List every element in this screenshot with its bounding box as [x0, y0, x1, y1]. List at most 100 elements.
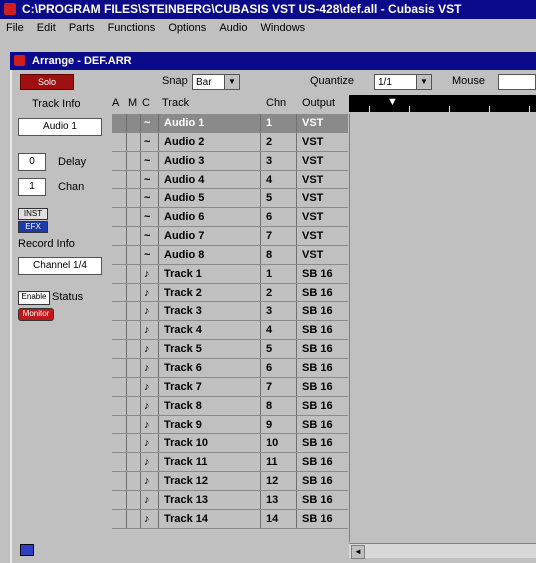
- parts-display[interactable]: [349, 114, 536, 542]
- window-resize-icon[interactable]: [20, 544, 34, 556]
- track-name[interactable]: Track 8: [164, 397, 202, 415]
- delay-field[interactable]: 0: [18, 153, 46, 171]
- track-row[interactable]: ♪ Track 6 6 SB 16: [112, 358, 348, 378]
- track-name[interactable]: Track 12: [164, 472, 208, 490]
- track-name[interactable]: Audio 2: [164, 133, 204, 151]
- track-name[interactable]: Track 5: [164, 340, 202, 358]
- track-name[interactable]: Audio 7: [164, 227, 204, 245]
- track-info-label: Track Info: [32, 98, 81, 110]
- track-name[interactable]: Audio 1: [164, 114, 204, 132]
- song-position-marker[interactable]: ▼: [387, 96, 398, 108]
- track-type-icon: ♪: [144, 361, 150, 374]
- track-name[interactable]: Audio 5: [164, 189, 204, 207]
- track-name[interactable]: Audio 6: [164, 208, 204, 226]
- track-channel: 11: [266, 456, 278, 469]
- track-name[interactable]: Track 2: [164, 284, 202, 302]
- track-row[interactable]: ~ Audio 6 6 VST: [112, 208, 348, 228]
- mouse-position-field[interactable]: [498, 74, 536, 90]
- column-divider: [296, 132, 297, 151]
- menu-parts[interactable]: Parts: [69, 22, 95, 34]
- time-ruler[interactable]: ▼: [349, 95, 536, 112]
- record-channel-field[interactable]: Channel 1/4: [18, 257, 102, 275]
- column-divider: [126, 415, 127, 434]
- track-row[interactable]: ♪ Track 9 9 SB 16: [112, 415, 348, 435]
- cubasis-app-icon[interactable]: [4, 3, 16, 15]
- menu-file[interactable]: File: [6, 22, 24, 34]
- track-output: SB 16: [302, 475, 333, 488]
- chevron-down-icon[interactable]: ▼: [224, 75, 239, 89]
- track-output: SB 16: [302, 343, 333, 356]
- track-row[interactable]: ♪ Track 1 1 SB 16: [112, 264, 348, 284]
- track-name[interactable]: Track 4: [164, 321, 202, 339]
- track-channel: 8: [266, 248, 273, 261]
- column-divider: [158, 472, 159, 490]
- track-output: SB 16: [302, 512, 333, 525]
- snap-select[interactable]: Bar ▼: [192, 74, 240, 90]
- track-name[interactable]: Audio 4: [164, 171, 204, 189]
- track-type-icon: ~: [144, 230, 151, 243]
- column-divider: [260, 245, 261, 264]
- track-name[interactable]: Track 6: [164, 359, 202, 377]
- column-divider: [126, 472, 127, 490]
- track-column-headers: A M C Track Chn Output: [112, 95, 352, 113]
- track-name[interactable]: Audio 3: [164, 152, 204, 170]
- track-name[interactable]: Track 10: [164, 434, 208, 452]
- enable-button[interactable]: Enable: [18, 291, 50, 305]
- column-divider: [140, 208, 141, 227]
- track-row[interactable]: ♪ Track 13 13 SB 16: [112, 490, 348, 510]
- menu-windows[interactable]: Windows: [261, 22, 306, 34]
- quantize-label: Quantize: [310, 75, 355, 87]
- horizontal-scrollbar[interactable]: ◄: [349, 543, 536, 559]
- column-divider: [296, 302, 297, 321]
- track-row[interactable]: ~ Audio 8 8 VST: [112, 245, 348, 265]
- track-name[interactable]: Track 1: [164, 265, 202, 283]
- track-row[interactable]: ~ Audio 3 3 VST: [112, 151, 348, 171]
- track-row[interactable]: ♪ Track 3 3 SB 16: [112, 302, 348, 322]
- inst-button[interactable]: INST: [18, 208, 48, 220]
- track-name-field[interactable]: Audio 1: [18, 118, 102, 136]
- column-divider: [140, 283, 141, 302]
- track-name[interactable]: Track 7: [164, 378, 202, 396]
- track-row[interactable]: ♪ Track 5 5 SB 16: [112, 340, 348, 359]
- track-row[interactable]: ~ Audio 2 2 VST: [112, 132, 348, 152]
- column-divider: [158, 396, 159, 415]
- menu-audio[interactable]: Audio: [219, 22, 247, 34]
- track-row[interactable]: ♪ Track 10 10 SB 16: [112, 434, 348, 454]
- monitor-button[interactable]: Monitor: [18, 308, 54, 321]
- menu-options[interactable]: Options: [168, 22, 206, 34]
- chevron-down-icon[interactable]: ▼: [416, 75, 431, 89]
- quantize-select[interactable]: 1/1 ▼: [374, 74, 432, 90]
- track-name[interactable]: Track 14: [164, 510, 208, 528]
- track-row[interactable]: ♪ Track 2 2 SB 16: [112, 283, 348, 303]
- arrange-window-icon[interactable]: [14, 55, 25, 66]
- track-name[interactable]: Track 9: [164, 416, 202, 434]
- track-row[interactable]: ♪ Track 14 14 SB 16: [112, 509, 348, 529]
- track-channel: 3: [266, 154, 273, 167]
- column-divider: [260, 151, 261, 170]
- arrange-title-bar[interactable]: Arrange - DEF.ARR: [10, 52, 536, 70]
- menu-edit[interactable]: Edit: [37, 22, 56, 34]
- menu-functions[interactable]: Functions: [108, 22, 156, 34]
- chan-label: Chan: [58, 181, 85, 193]
- track-name[interactable]: Audio 8: [164, 246, 204, 264]
- track-type-icon: ♪: [144, 324, 150, 337]
- track-row[interactable]: ♪ Track 7 7 SB 16: [112, 377, 348, 397]
- track-row[interactable]: ~ Audio 5 5 VST: [112, 189, 348, 209]
- track-row[interactable]: ♪ Track 12 12 SB 16: [112, 472, 348, 491]
- track-name[interactable]: Track 3: [164, 302, 202, 320]
- track-row[interactable]: ~ Audio 4 4 VST: [112, 170, 348, 190]
- scroll-left-icon[interactable]: ◄: [351, 545, 365, 559]
- track-name[interactable]: Track 11: [164, 453, 207, 471]
- track-name[interactable]: Track 13: [164, 491, 208, 509]
- column-divider: [126, 321, 127, 340]
- track-row[interactable]: ♪ Track 4 4 SB 16: [112, 321, 348, 341]
- col-output: Output: [302, 97, 336, 109]
- track-row[interactable]: ~ Audio 1 1 VST: [112, 114, 348, 133]
- chan-field[interactable]: 1: [18, 178, 46, 196]
- solo-button[interactable]: Solo: [20, 74, 74, 90]
- track-row[interactable]: ♪ Track 11 11 SB 16: [112, 453, 348, 473]
- track-row[interactable]: ~ Audio 7 7 VST: [112, 227, 348, 246]
- efx-button[interactable]: EFX: [18, 221, 48, 233]
- column-divider: [126, 340, 127, 358]
- track-row[interactable]: ♪ Track 8 8 SB 16: [112, 396, 348, 416]
